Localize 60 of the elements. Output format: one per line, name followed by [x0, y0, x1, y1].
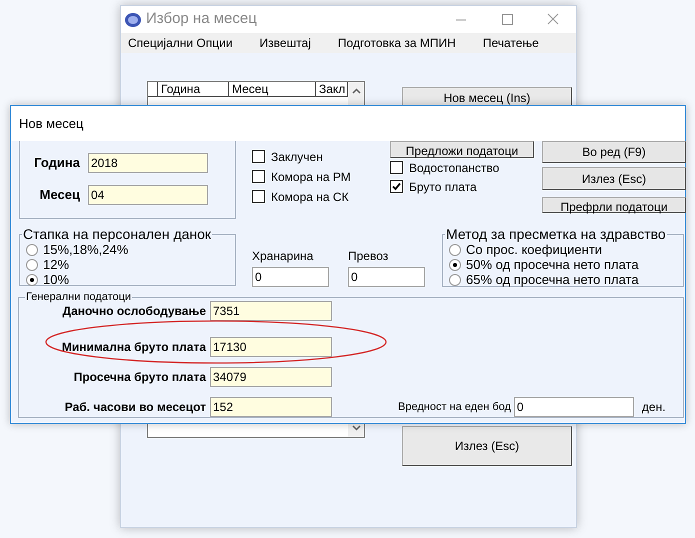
app-icon: [124, 12, 142, 28]
column-header[interactable]: Месец: [229, 82, 316, 97]
radio-label: 15%,18%,24%: [43, 242, 128, 257]
scroll-up-icon[interactable]: [352, 88, 360, 94]
checkbox[interactable]: [252, 150, 265, 163]
transfer-data-button[interactable]: Префрли податоци: [542, 197, 686, 213]
unit-label: ден.: [642, 399, 666, 416]
field-label: Вредност на еден бод: [398, 400, 511, 415]
radio-label: Со прос. коефициенти: [466, 242, 602, 257]
field-label: Месец: [38, 186, 81, 204]
checkbox-label: Комора на СК: [271, 188, 349, 206]
input-field[interactable]: 152: [210, 397, 332, 417]
group-title: Стапка на персонален данок: [22, 226, 212, 242]
suggest-data-button[interactable]: Предложи податоци: [390, 141, 534, 158]
scroll-down-icon[interactable]: [352, 425, 360, 431]
radio-label: 50% од просечна нето плата: [466, 257, 639, 272]
input-field[interactable]: 2018: [88, 153, 208, 173]
radio-button[interactable]: [26, 258, 38, 270]
field-label: Превоз: [348, 248, 390, 265]
checkbox[interactable]: [252, 190, 265, 203]
checkbox-label: Комора на РМ: [271, 168, 351, 186]
radio-button[interactable]: [449, 274, 461, 286]
field-label: Просечна бруто плата: [72, 370, 208, 384]
checkbox[interactable]: [252, 170, 265, 183]
group-title: Метод за пресметка на здравство: [445, 226, 667, 242]
checkbox[interactable]: [390, 161, 403, 174]
field-label: Раб. часови во месецот: [64, 400, 207, 414]
input-field[interactable]: 34079: [210, 367, 332, 387]
input-field[interactable]: 0: [514, 397, 634, 417]
ok-button[interactable]: Во ред (F9): [542, 141, 686, 163]
menu-item[interactable]: Подготовка за МПИН: [338, 34, 456, 52]
radio-label: 10%: [43, 272, 70, 287]
window-title: Избор на месец: [146, 9, 257, 30]
menu-item[interactable]: Печатење: [482, 34, 539, 52]
input-field[interactable]: 04: [88, 185, 208, 205]
field-label: Даночно ослободување: [62, 304, 207, 318]
column-header[interactable]: Година: [158, 82, 229, 97]
input-field[interactable]: 7351: [210, 301, 332, 321]
radio-button[interactable]: [449, 244, 461, 256]
field-label: Година: [33, 154, 81, 172]
field-label: Минимална бруто плата: [60, 340, 208, 354]
radio-label: 65% од просечна нето плата: [466, 272, 639, 287]
checkbox-label: Заклучен: [271, 148, 323, 166]
checkbox-label: Водостопанство: [409, 160, 500, 176]
checkbox[interactable]: [390, 180, 403, 193]
exit-button[interactable]: Излез (Esc): [542, 167, 686, 190]
radio-label: 12%: [43, 257, 70, 272]
group-title: Генерални податоци: [25, 291, 132, 303]
exit-button[interactable]: Излез (Esc): [402, 426, 572, 466]
dialog-title: Нов месец: [19, 114, 84, 133]
radio-button[interactable]: [26, 244, 38, 256]
checkbox-label: Бруто плата: [409, 178, 477, 196]
menu-item[interactable]: Извештај: [260, 34, 311, 52]
input-field[interactable]: 17130: [210, 337, 332, 357]
menu-item[interactable]: Специјални Опции: [128, 34, 233, 52]
radio-button[interactable]: [449, 258, 461, 270]
input-field[interactable]: 0: [252, 267, 329, 287]
radio-button[interactable]: [26, 274, 38, 286]
field-label: Хранарина: [252, 248, 314, 265]
input-field[interactable]: 0: [348, 267, 425, 287]
